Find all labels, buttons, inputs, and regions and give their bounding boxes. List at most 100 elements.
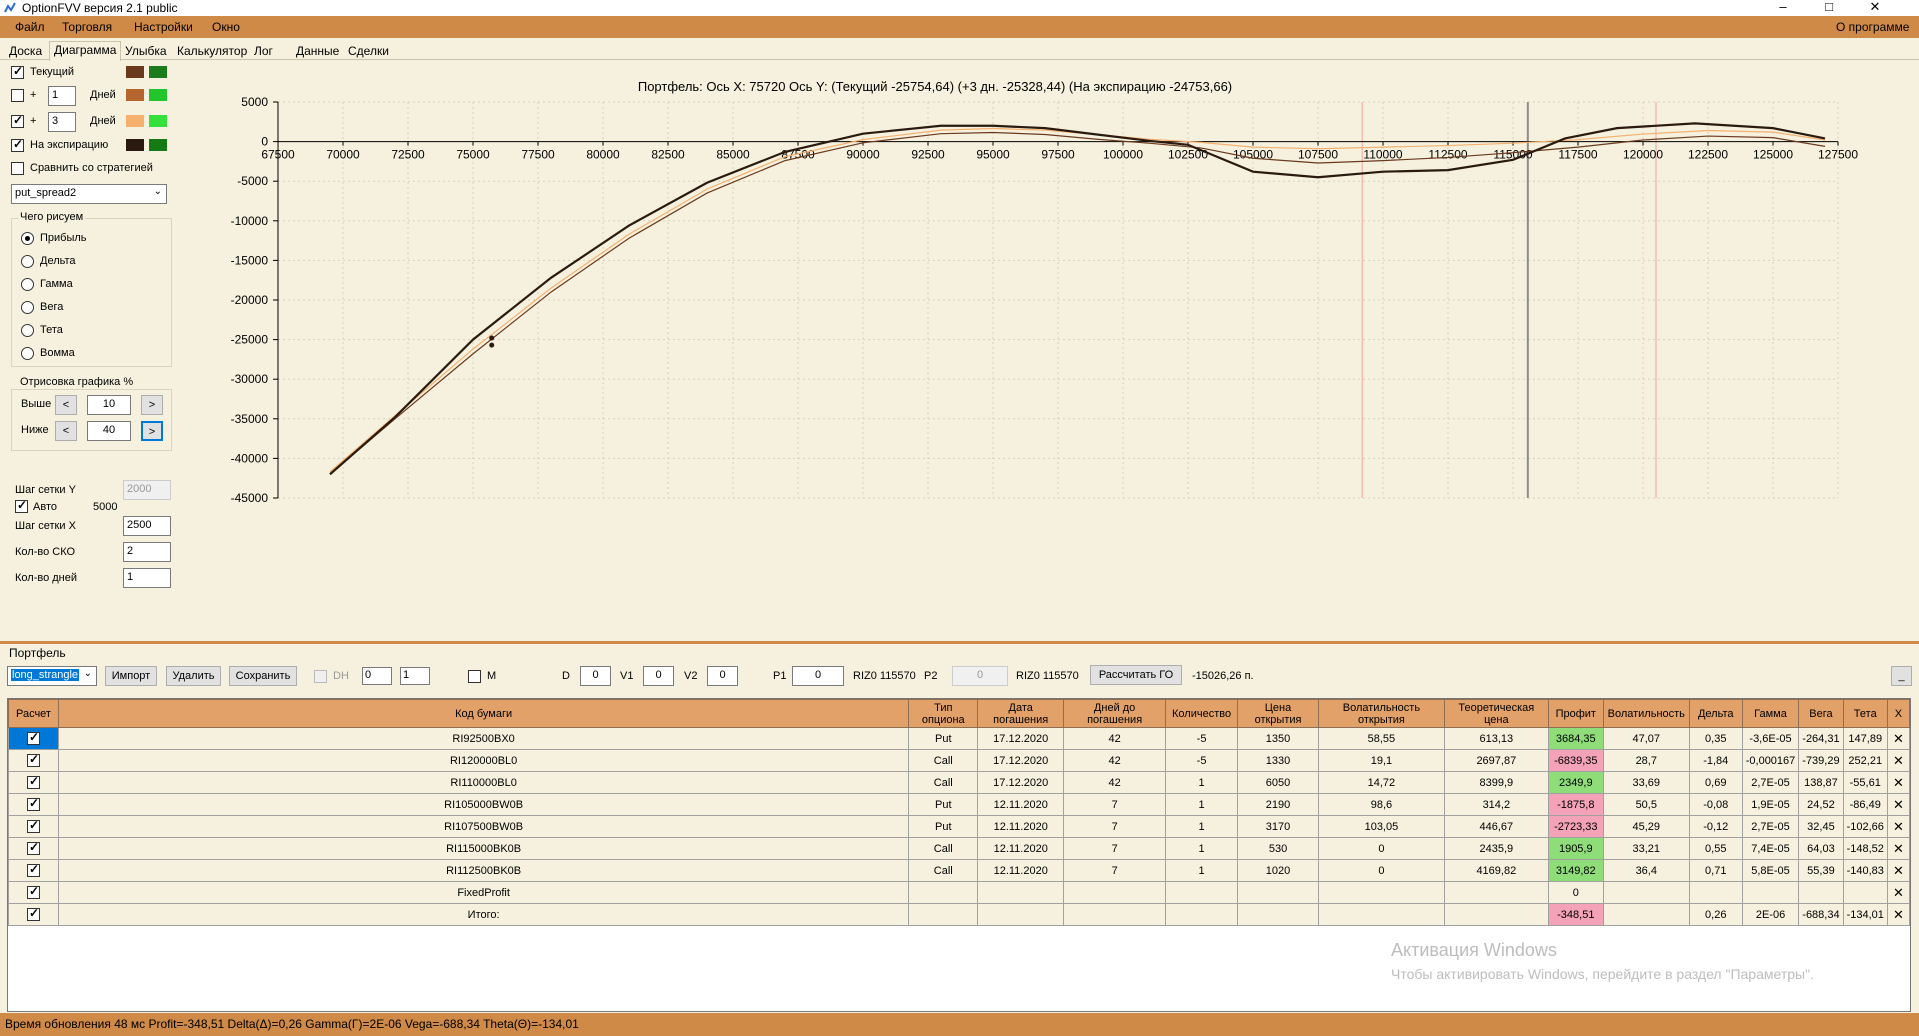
portfolio-select[interactable]: long_strangle ⌄	[7, 666, 97, 686]
table-row[interactable]: RI110000BL0Call17.12.2020421605014,72839…	[8, 771, 1911, 794]
calc-checkbox-cell[interactable]	[8, 771, 59, 794]
panel-splitter[interactable]	[0, 641, 1919, 644]
maximize-button[interactable]: □	[1806, 0, 1852, 16]
dh-spinner-2[interactable]: 1	[400, 667, 430, 685]
calc-checkbox[interactable]	[26, 818, 40, 833]
plus-days1-checkbox[interactable]	[11, 89, 24, 102]
profit-chart[interactable]: Портфель: Ось X: 75720 Ось Y: (Текущий -…	[228, 62, 1918, 640]
tab-deals[interactable]: Сделки	[344, 43, 393, 60]
tab-diagram[interactable]: Диаграмма	[49, 41, 122, 61]
table-row[interactable]: RI115000BK0BCall12.11.20207153002435,919…	[8, 837, 1911, 860]
column-header[interactable]: Дельта	[1688, 699, 1743, 728]
column-header[interactable]: X	[1886, 699, 1911, 728]
p1-input[interactable]: 0	[792, 666, 844, 686]
menu-about[interactable]: О программе	[1836, 20, 1909, 34]
column-header[interactable]: Тета	[1842, 699, 1888, 728]
tab-log[interactable]: Лог	[250, 43, 277, 60]
calc-checkbox-cell[interactable]	[8, 881, 59, 904]
v1-input[interactable]: 0	[643, 666, 674, 686]
tab-smile[interactable]: Улыбка	[121, 43, 171, 60]
calc-checkbox-cell[interactable]	[8, 815, 59, 838]
v2-input[interactable]: 0	[707, 666, 738, 686]
calc-checkbox[interactable]	[26, 862, 40, 877]
p2-input[interactable]: 0	[952, 666, 1008, 686]
days2-input[interactable]: 3	[48, 112, 76, 132]
calc-checkbox[interactable]	[26, 884, 40, 899]
tab-calculator[interactable]: Калькулятор	[173, 43, 251, 60]
table-row[interactable]: FixedProfit 0 ✕	[8, 881, 1911, 904]
calc-checkbox-cell[interactable]	[8, 793, 59, 816]
tab-data[interactable]: Данные	[292, 43, 343, 60]
remove-row-button[interactable]: ✕	[1886, 771, 1911, 794]
plus-days3-checkbox[interactable]	[11, 113, 24, 128]
close-window-button[interactable]: ✕	[1852, 0, 1898, 16]
radio-vega[interactable]	[21, 301, 34, 314]
column-header[interactable]: Вега	[1798, 699, 1844, 728]
table-row[interactable]: Итого: -348,51 0,262E-06-688,34-134,01✕	[8, 903, 1911, 926]
compare-checkbox[interactable]	[11, 162, 24, 175]
calc-checkbox-cell[interactable]	[8, 727, 59, 750]
minimize-button[interactable]: –	[1760, 0, 1806, 16]
remove-row-button[interactable]: ✕	[1886, 727, 1911, 750]
column-header[interactable]: Дней до погашения	[1063, 699, 1167, 728]
table-row[interactable]: RI112500BK0BCall12.11.202071102004169,82…	[8, 859, 1911, 882]
calc-checkbox[interactable]	[26, 906, 40, 921]
column-header[interactable]: Дата погашения	[977, 699, 1065, 728]
remove-row-button[interactable]: ✕	[1886, 837, 1911, 860]
radio-theta[interactable]	[21, 324, 34, 337]
dh-checkbox[interactable]	[314, 670, 327, 683]
dh-spinner-1[interactable]: 0	[362, 667, 392, 685]
sko-input[interactable]: 2	[123, 542, 171, 562]
table-row[interactable]: RI92500BX0Put17.12.202042-5135058,55613,…	[8, 727, 1911, 750]
column-header[interactable]: Гамма	[1741, 699, 1800, 728]
column-header[interactable]: Тип опциона	[908, 699, 979, 728]
menu-window[interactable]: Окно	[212, 20, 240, 34]
calc-checkbox-cell[interactable]	[8, 859, 59, 882]
table-row[interactable]: RI107500BW0BPut12.11.2020713170103,05446…	[8, 815, 1911, 838]
remove-row-button[interactable]: ✕	[1886, 903, 1911, 926]
column-header[interactable]: Цена открытия	[1237, 699, 1319, 728]
above-increase-button[interactable]: >	[141, 395, 163, 415]
table-row[interactable]: RI120000BL0Call17.12.202042-5133019,1269…	[8, 749, 1911, 772]
column-header[interactable]: Волатильность открытия	[1317, 699, 1445, 728]
below-input[interactable]: 40	[87, 421, 131, 441]
expiry-color-swatch-2[interactable]	[149, 139, 167, 151]
menu-file[interactable]: Файл	[15, 20, 45, 34]
calc-checkbox[interactable]	[26, 774, 40, 789]
plus1-color-swatch-1[interactable]	[126, 89, 144, 101]
remove-row-button[interactable]: ✕	[1886, 859, 1911, 882]
d-input[interactable]: 0	[580, 666, 611, 686]
expiry-checkbox[interactable]	[11, 137, 24, 152]
calc-checkbox-cell[interactable]	[8, 749, 59, 772]
column-header[interactable]: Расчет	[8, 699, 59, 728]
remove-row-button[interactable]: ✕	[1886, 749, 1911, 772]
column-header[interactable]: Волатильность	[1602, 699, 1690, 728]
calc-checkbox[interactable]	[26, 752, 40, 767]
plus1-color-swatch-2[interactable]	[149, 89, 167, 101]
radio-vomma[interactable]	[21, 347, 34, 360]
remove-row-button[interactable]: ✕	[1886, 881, 1911, 904]
calc-checkbox[interactable]	[26, 730, 40, 745]
plus3-color-swatch-2[interactable]	[149, 115, 167, 127]
calc-go-button[interactable]: Рассчитать ГО	[1090, 665, 1182, 685]
minimize-panel-button[interactable]: _	[1891, 666, 1912, 686]
plus3-color-swatch-1[interactable]	[126, 115, 144, 127]
tab-board[interactable]: Доска	[5, 43, 46, 60]
remove-row-button[interactable]: ✕	[1886, 815, 1911, 838]
column-header[interactable]: Профит	[1547, 699, 1604, 728]
column-header[interactable]: Теоретическая цена	[1443, 699, 1549, 728]
below-increase-button[interactable]: >	[141, 421, 163, 441]
menu-trading[interactable]: Торговля	[62, 20, 112, 34]
import-button[interactable]: Импорт	[105, 666, 157, 686]
grid-x-input[interactable]: 2500	[123, 516, 171, 536]
expiry-color-swatch-1[interactable]	[126, 139, 144, 151]
calc-checkbox-cell[interactable]	[8, 837, 59, 860]
calc-checkbox[interactable]	[26, 840, 40, 855]
calc-checkbox-cell[interactable]	[8, 903, 59, 926]
below-decrease-button[interactable]: <	[55, 421, 77, 441]
menu-settings[interactable]: Настройки	[134, 20, 193, 34]
current-color-swatch-2[interactable]	[149, 66, 167, 78]
above-decrease-button[interactable]: <	[55, 395, 77, 415]
days-count-input[interactable]: 1	[123, 568, 171, 588]
above-input[interactable]: 10	[87, 395, 131, 415]
